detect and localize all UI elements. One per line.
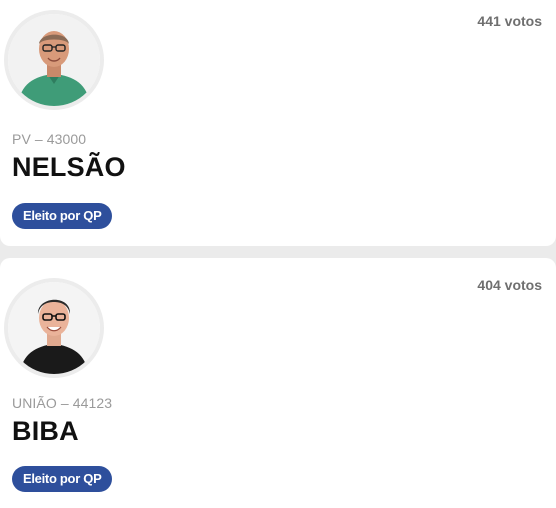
elected-status-badge: Eleito por QP [12,466,113,492]
candidate-photo-icon [8,14,100,106]
candidate-list: 441 votos PV – 43000 NELSÃO Eleito por Q… [0,0,556,508]
candidate-photo-icon [8,282,100,374]
party-number: UNIÃO – 44123 [12,395,113,411]
vote-count: 441 votos [477,13,542,29]
candidate-name: NELSÃO [12,152,126,182]
vote-count: 404 votos [477,277,542,293]
candidate-card[interactable]: 404 votos UNIÃO – 44123 BIBA Eleito por … [0,258,556,508]
candidate-card[interactable]: 441 votos PV – 43000 NELSÃO Eleito por Q… [0,0,556,246]
candidate-avatar [8,14,100,106]
elected-status-badge: Eleito por QP [12,203,113,229]
candidate-avatar [8,282,100,374]
party-number: PV – 43000 [12,131,87,147]
candidate-name: BIBA [12,416,79,446]
